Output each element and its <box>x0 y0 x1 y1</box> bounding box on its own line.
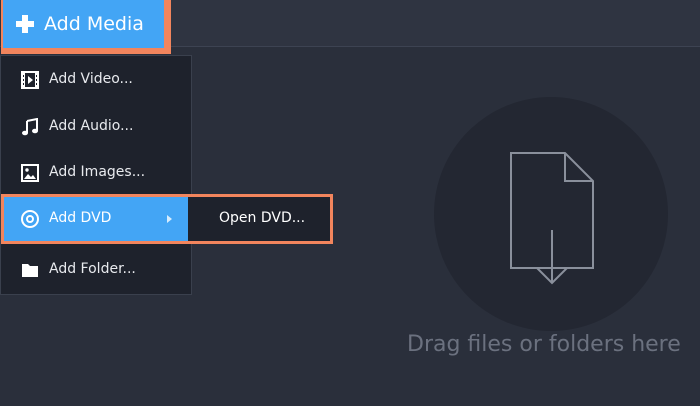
dropzone-text: Drag files or folders here <box>407 332 681 357</box>
music-note-icon <box>22 118 38 136</box>
menu-item-add-audio[interactable]: Add Audio... <box>1 104 191 150</box>
menu-item-add-video[interactable]: Add Video... <box>1 57 191 103</box>
menu-item-add-dvd[interactable]: Add DVD <box>4 197 188 241</box>
add-media-menu: Add Video... Add Audio... Add Images... <box>0 55 192 295</box>
app-window: Add Media Add Video... Add Audio... Add … <box>0 0 700 406</box>
add-media-button[interactable]: Add Media <box>3 0 164 48</box>
add-media-label: Add Media <box>44 13 144 35</box>
menu-item-label: Add Images... <box>49 164 146 180</box>
menu-item-label: Add DVD <box>49 210 112 226</box>
menu-item-add-images[interactable]: Add Images... <box>1 150 191 196</box>
menu-item-label: Add Folder... <box>49 261 136 277</box>
file-download-icon <box>510 152 594 285</box>
menu-item-label: Add Audio... <box>49 118 134 134</box>
menu-item-label: Add Video... <box>49 71 133 87</box>
plus-icon <box>16 15 34 33</box>
folder-icon <box>22 264 38 277</box>
menu-item-add-folder[interactable]: Add Folder... <box>1 247 191 293</box>
submenu-item-label: Open DVD... <box>219 210 306 226</box>
submenu-arrow-icon <box>167 215 172 223</box>
film-icon <box>21 71 39 89</box>
submenu-open-dvd[interactable]: Open DVD... <box>188 197 330 241</box>
image-icon <box>21 164 39 182</box>
disc-icon <box>21 210 39 228</box>
